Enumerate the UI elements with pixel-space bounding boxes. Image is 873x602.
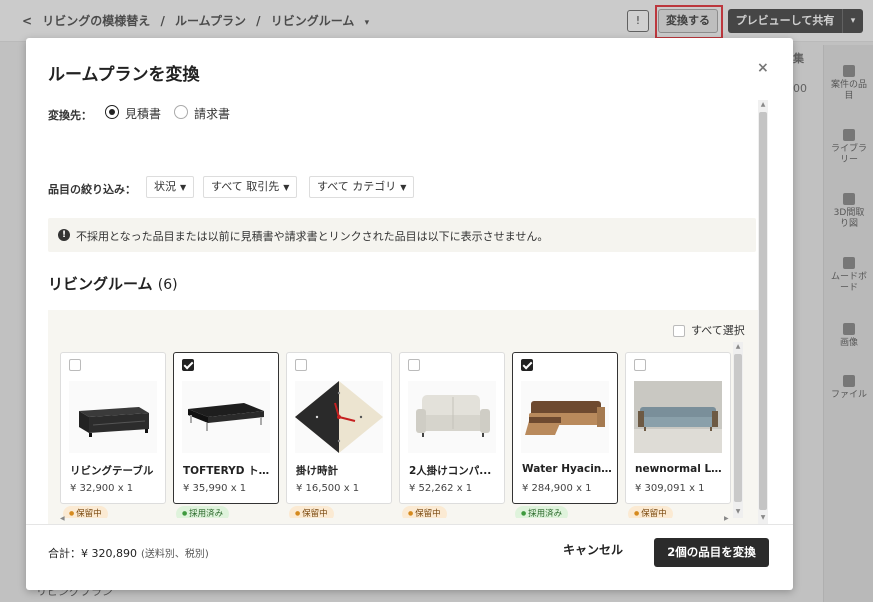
item-name: TOFTERYD トフ...	[183, 465, 275, 477]
notice-text: 不採用となった品目または以前に見積書や請求書とリンクされた品目は以下に表示させま…	[76, 230, 549, 243]
status-badge: 保留中	[289, 506, 334, 518]
item-card[interactable]: 掛け時計 ¥ 16,500 x 1	[286, 352, 392, 504]
item-card[interactable]: Water Hyacinth ... ¥ 284,900 x 1	[512, 352, 618, 504]
radio-invoice[interactable]	[174, 105, 188, 119]
item-card[interactable]: リビングテーブル ¥ 32,900 x 1	[60, 352, 166, 504]
scroll-right-icon[interactable]: ▶	[724, 515, 729, 522]
modal-title: ルームプランを変換	[48, 65, 200, 85]
scroll-down-icon[interactable]: ▼	[733, 508, 743, 515]
scroll-down-icon[interactable]: ▼	[758, 514, 768, 521]
items-vertical-scrollbar[interactable]: ▲ ▼	[733, 342, 743, 518]
status-badge: 採用済み	[515, 506, 569, 518]
item-checkbox[interactable]	[295, 359, 307, 371]
item-card[interactable]: TOFTERYD トフ... ¥ 35,990 x 1	[173, 352, 279, 504]
item-card[interactable]: 2人掛けコンパ... ¥ 52,262 x 1	[399, 352, 505, 504]
radio-estimate-label[interactable]: 見積書	[125, 105, 161, 122]
radio-invoice-label[interactable]: 請求書	[194, 105, 230, 122]
dropdown-label: すべて カテゴリ	[317, 180, 397, 193]
item-card[interactable]: newnormal Low... ¥ 309,091 x 1	[625, 352, 731, 504]
room-item-count: (6)	[157, 277, 178, 293]
info-icon: !	[58, 229, 70, 241]
item-image-coffee-table	[182, 381, 270, 453]
item-name: newnormal Low...	[635, 463, 727, 475]
dropdown-label: 状況	[154, 180, 176, 193]
vendor-filter-dropdown[interactable]: すべて 取引先 ▼	[203, 176, 298, 198]
item-image-wall-clock	[295, 381, 383, 453]
convert-room-plan-modal: ルームプランを変換 × 変換先： 見積書 請求書 品目の絞り込み： 状況 ▼ すべ…	[26, 38, 793, 590]
status-badge: 保留中	[628, 506, 673, 518]
select-all-label: すべて選択	[691, 324, 745, 337]
item-price: ¥ 309,091 x 1	[635, 483, 705, 494]
radio-estimate[interactable]	[105, 105, 119, 119]
select-all-checkbox[interactable]	[673, 325, 685, 337]
item-checkbox[interactable]	[634, 359, 646, 371]
scroll-left-icon[interactable]: ◀	[60, 515, 65, 522]
modal-body: 変換先： 見積書 請求書 品目の絞り込み： 状況 ▼ すべて 取引先 ▼ すべて カ…	[26, 100, 770, 524]
info-notice: ! 不採用となった品目または以前に見積書や請求書とリンクされた品目は以下に表示さ…	[48, 218, 756, 252]
scrollbar-thumb[interactable]	[759, 112, 767, 510]
item-price: ¥ 35,990 x 1	[183, 483, 247, 494]
total-note: (送料別、税別)	[140, 549, 209, 560]
scroll-up-icon[interactable]: ▲	[758, 101, 768, 108]
status-badge: 採用済み	[176, 506, 230, 518]
chevron-down-icon: ▼	[400, 183, 407, 192]
convert-items-button[interactable]: 2個の品目を変換	[654, 538, 769, 567]
item-name: リビングテーブル	[70, 465, 154, 477]
close-icon[interactable]: ×	[757, 60, 769, 76]
room-section-title: リビングルーム (6)	[48, 273, 178, 294]
total-label: 合計：¥ 320,890	[48, 547, 137, 560]
item-checkbox-checked[interactable]	[182, 359, 194, 371]
status-badge: 保留中	[402, 506, 447, 518]
convert-to-label: 変換先：	[48, 109, 92, 122]
scroll-up-icon[interactable]: ▲	[733, 343, 743, 350]
dropdown-label: すべて 取引先	[211, 180, 280, 193]
total-amount: 合計：¥ 320,890 (送料別、税別)	[48, 545, 209, 561]
item-checkbox[interactable]	[69, 359, 81, 371]
items-panel: すべて選択 リビングテーブル ¥ 32,900 x 1 TOFTERYD トフ.…	[48, 310, 768, 524]
chevron-down-icon: ▼	[180, 183, 187, 192]
item-name: 2人掛けコンパ...	[409, 465, 492, 477]
status-filter-dropdown[interactable]: 状況 ▼	[146, 176, 195, 198]
item-name: Water Hyacinth ...	[522, 463, 614, 475]
item-price: ¥ 32,900 x 1	[70, 483, 134, 494]
category-filter-dropdown[interactable]: すべて カテゴリ ▼	[309, 176, 415, 198]
item-checkbox[interactable]	[408, 359, 420, 371]
item-image-sectional-sofa	[521, 381, 609, 453]
item-price: ¥ 52,262 x 1	[409, 483, 473, 494]
chevron-down-icon: ▼	[283, 183, 290, 192]
item-name: 掛け時計	[296, 465, 338, 477]
select-all[interactable]: すべて選択	[673, 322, 745, 338]
item-price: ¥ 284,900 x 1	[522, 483, 592, 494]
footer-divider	[26, 524, 793, 525]
status-badge: 保留中	[63, 506, 108, 518]
item-price: ¥ 16,500 x 1	[296, 483, 360, 494]
item-image-low-sofa-photo	[634, 381, 722, 453]
cancel-button[interactable]: キャンセル	[563, 541, 623, 558]
filter-label: 品目の絞り込み：	[48, 183, 136, 196]
scrollbar-thumb[interactable]	[734, 354, 742, 502]
modal-vertical-scrollbar[interactable]: ▲ ▼	[758, 100, 768, 524]
item-checkbox-checked[interactable]	[521, 359, 533, 371]
item-image-tv-stand	[69, 381, 157, 453]
item-cards-row[interactable]: リビングテーブル ¥ 32,900 x 1 TOFTERYD トフ... ¥ 3…	[60, 342, 732, 518]
room-name: リビングルーム	[48, 275, 153, 293]
item-image-sofa	[408, 381, 496, 453]
